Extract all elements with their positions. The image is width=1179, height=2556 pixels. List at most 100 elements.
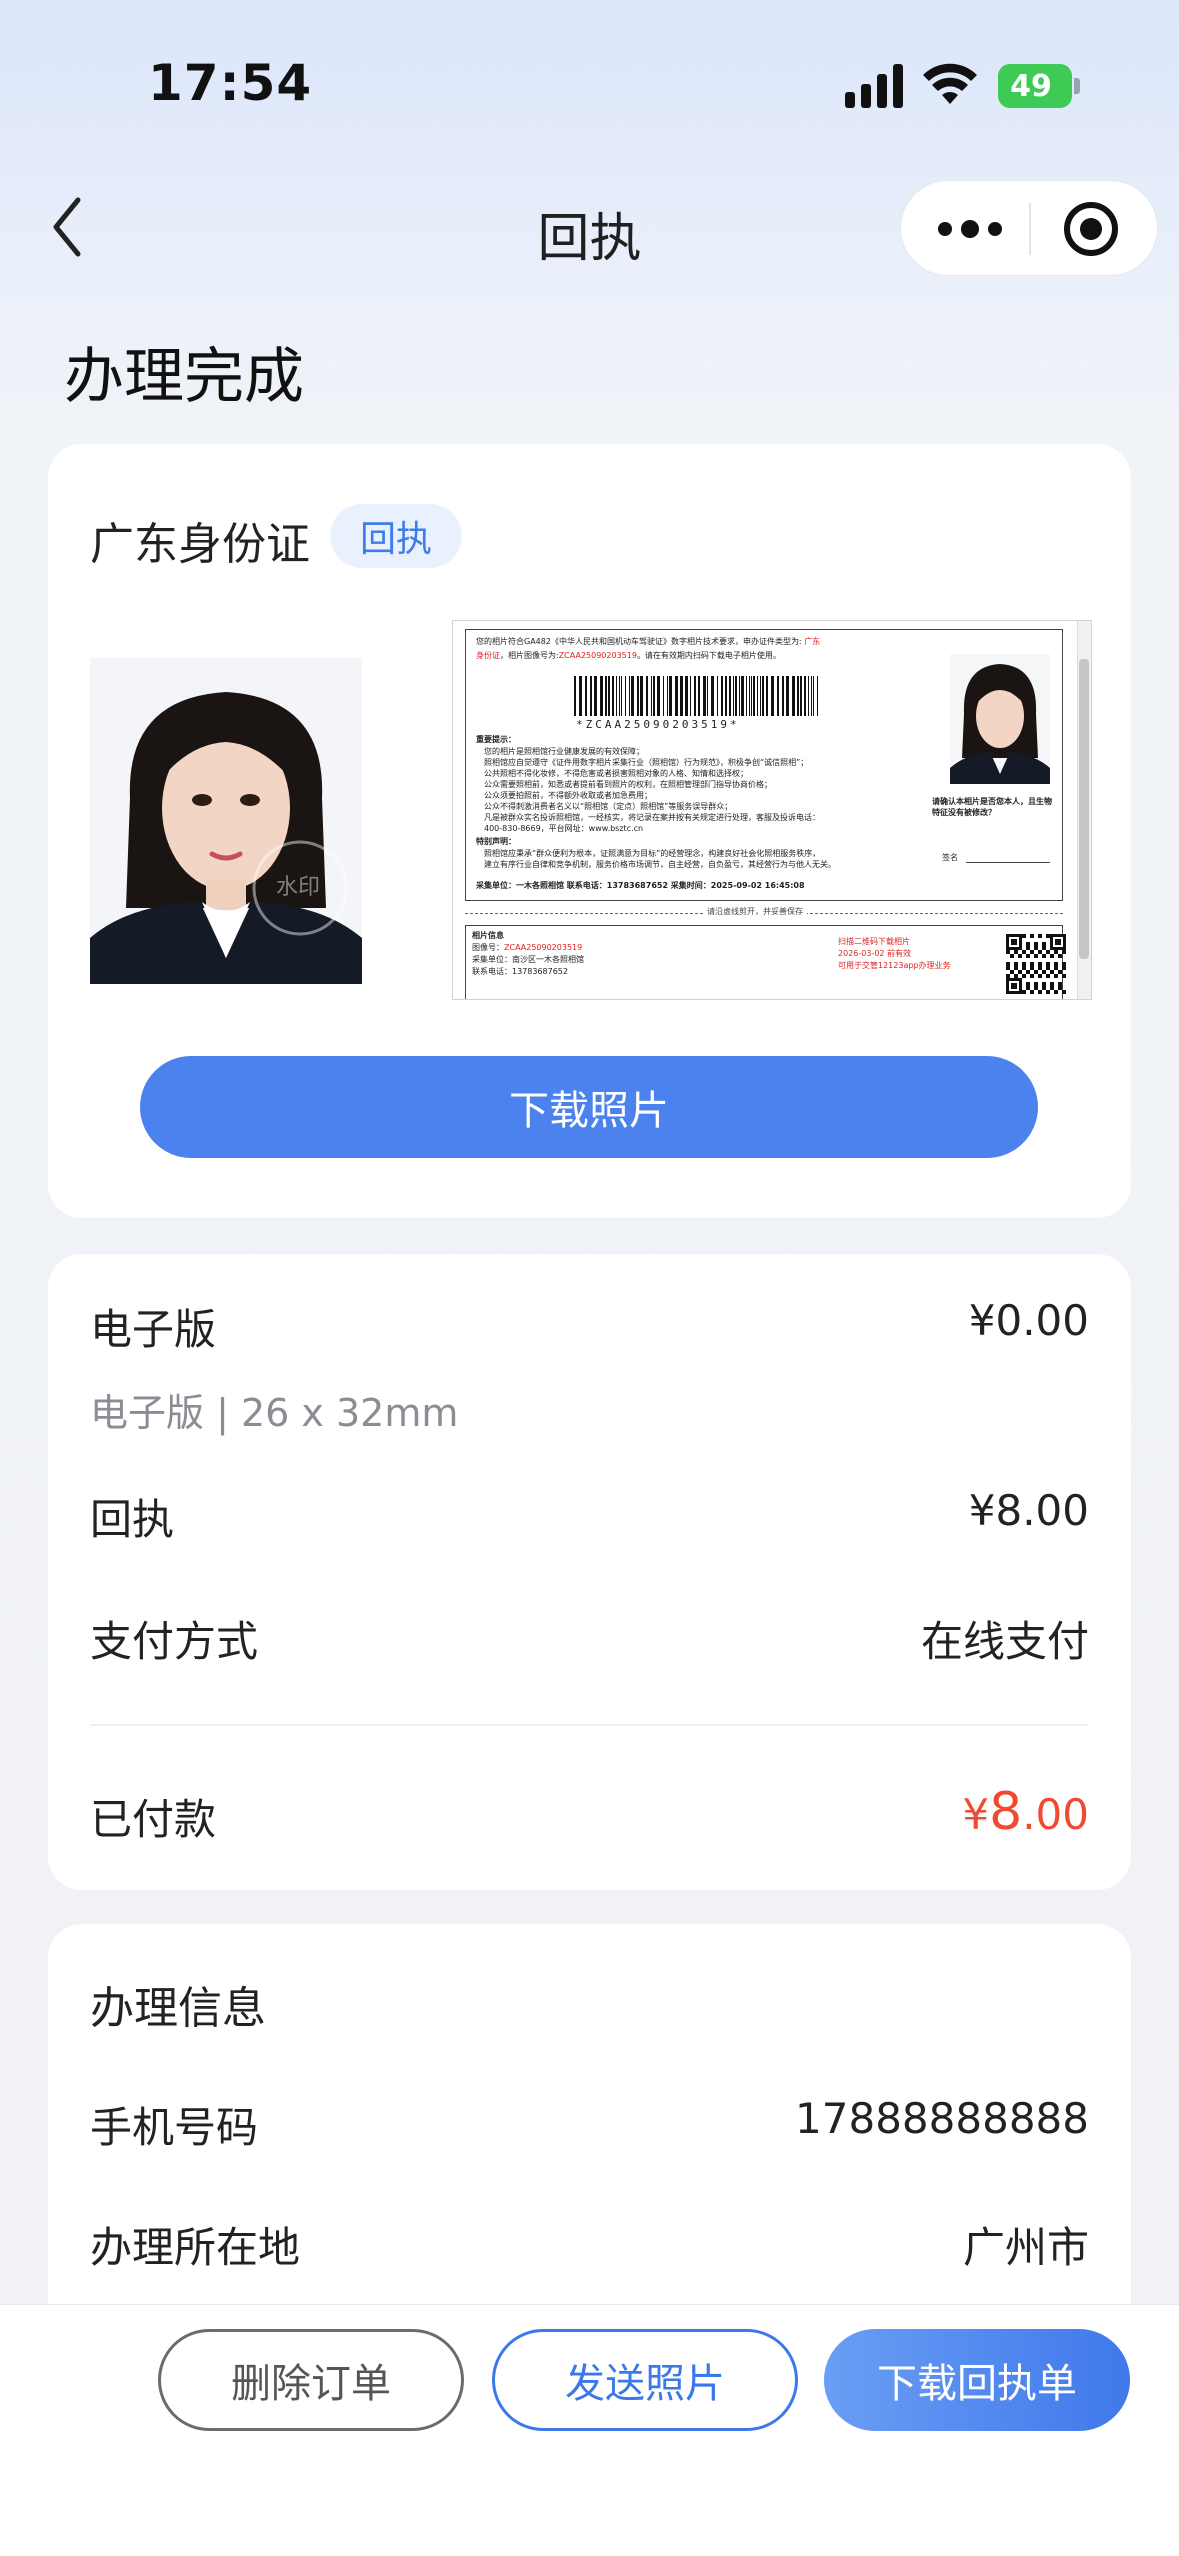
barcode-bar xyxy=(619,676,620,716)
order-divider xyxy=(90,1724,1089,1726)
stub-reuse: 可用于交管12123app办理业务 xyxy=(838,961,951,970)
barcode-bar xyxy=(685,676,688,716)
download-receipt-button[interactable]: 下载回执单 xyxy=(824,2329,1130,2431)
status-time: 17:54 xyxy=(148,54,313,112)
barcode-bar xyxy=(817,676,818,716)
electronic-label: 电子版 xyxy=(90,1305,217,1354)
barcode-bar xyxy=(746,676,747,716)
qr-module xyxy=(1022,974,1026,978)
qr-module xyxy=(1010,954,1014,958)
special-line: 建立有序行业自律和竞争机制，服务价格市场调节，自主经营，自负盈亏，其经营行为与他… xyxy=(484,860,836,869)
barcode-bar xyxy=(651,676,652,716)
barcode-bar xyxy=(757,676,758,716)
download-photo-button[interactable]: 下载照片 xyxy=(140,1056,1038,1158)
receipt-intro-1: 您的相片符合GA482《中华人民共和国机动车驾驶证》数字相片技术要求，申办证件类… xyxy=(476,637,821,646)
barcode-bar xyxy=(808,676,809,716)
barcode-bar xyxy=(717,676,718,716)
signal-icon xyxy=(845,64,903,108)
qr-module xyxy=(1042,970,1046,974)
barcode-bar xyxy=(625,676,626,716)
delete-order-button[interactable]: 删除订单 xyxy=(158,2329,464,2431)
qr-module xyxy=(1050,970,1054,974)
notice-line: 400-830-8669，平台网址：www.bsztc.cn xyxy=(484,824,644,833)
barcode-bar xyxy=(813,676,814,716)
qr-module xyxy=(1062,962,1066,966)
qr-module xyxy=(1034,970,1038,974)
qr-module xyxy=(1011,939,1017,945)
stub-phone: 联系电话：13783687652 xyxy=(472,967,568,976)
location-row: 办理所在地 广州市 xyxy=(90,2214,1089,2274)
barcode-bar xyxy=(667,676,668,716)
barcode-bar xyxy=(739,676,740,716)
qr-module xyxy=(1046,974,1050,978)
barcode-bar xyxy=(669,676,672,716)
qr-module xyxy=(1046,966,1050,970)
receipt-scrollbar[interactable] xyxy=(1077,621,1091,999)
qr-module xyxy=(1026,946,1030,950)
qr-module xyxy=(1058,982,1062,986)
payment-method-row: 支付方式 在线支付 xyxy=(90,1608,1089,1668)
special-title: 特别声明： xyxy=(476,837,516,846)
qr-module xyxy=(1030,934,1034,938)
qr-module xyxy=(1042,982,1046,986)
barcode-bar xyxy=(762,676,764,716)
cut-text: 请沿虚线剪开，并妥善保存 xyxy=(703,906,807,917)
barcode-bar xyxy=(616,676,617,716)
barcode-bar xyxy=(800,676,802,716)
qr-module xyxy=(1034,982,1038,986)
barcode-bar xyxy=(707,676,708,716)
barcode-bar xyxy=(605,676,607,716)
qr-module xyxy=(1026,986,1030,990)
more-dots-icon[interactable] xyxy=(935,209,1005,249)
receipt-preview[interactable]: 您的相片符合GA482《中华人民共和国机动车驾驶证》数字相片技术要求，申办证件类… xyxy=(452,620,1092,1000)
target-circle-icon[interactable] xyxy=(1063,201,1119,257)
qr-module xyxy=(1054,966,1058,970)
qr-module xyxy=(1062,990,1066,994)
qr-module xyxy=(1030,950,1034,954)
qr-module xyxy=(1030,962,1034,966)
barcode-bar xyxy=(792,676,795,716)
barcode-bar xyxy=(600,676,603,716)
qr-module xyxy=(1062,974,1066,978)
qr-module xyxy=(1030,974,1034,978)
barcode-bar xyxy=(637,676,639,716)
document-card: 广东身份证 回执 水印 您的相片符合GA482《中华人民共和国机动车驾驶证》数字… xyxy=(48,444,1131,1218)
barcode-bar xyxy=(631,676,634,716)
paid-label: 已付款 xyxy=(90,1795,217,1844)
barcode xyxy=(574,676,818,716)
status-bar: 17:54 49 xyxy=(0,0,1179,170)
page-heading: 办理完成 xyxy=(64,342,304,412)
barcode-bar xyxy=(721,676,723,716)
send-photo-button[interactable]: 发送照片 xyxy=(492,2329,798,2431)
qr-module xyxy=(1006,974,1010,978)
bottom-action-bar: 删除订单 发送照片 下载回执单 xyxy=(0,2304,1179,2556)
qr-module xyxy=(1038,974,1042,978)
qr-module xyxy=(1046,962,1050,966)
barcode-bar xyxy=(729,676,731,716)
barcode-bar xyxy=(753,676,755,716)
qr-module xyxy=(1022,966,1026,970)
confirm-text: 请确认本相片是否您本人，且生物特征没有被修改？ xyxy=(932,797,1052,817)
barcode-bar xyxy=(657,676,660,716)
qr-module xyxy=(1030,966,1034,970)
barcode-bar xyxy=(675,676,678,716)
qr-module xyxy=(1030,990,1034,994)
qr-module xyxy=(1034,986,1038,990)
paid-row: 已付款 ¥8.00 xyxy=(90,1782,1089,1852)
qr-module xyxy=(1038,934,1042,938)
qr-module xyxy=(1018,970,1022,974)
qr-code-icon xyxy=(1006,934,1066,994)
notice-line: 您的相片是照相馆行业健康发展的有效保障； xyxy=(484,747,644,756)
qr-module xyxy=(1050,982,1054,986)
qr-module xyxy=(1034,942,1038,946)
receipt-main: 您的相片符合GA482《中华人民共和国机动车驾驶证》数字相片技术要求，申办证件类… xyxy=(465,629,1063,901)
barcode-bar xyxy=(640,676,643,716)
receipt-footer-line: 采集单位：一木各照相馆 联系电话：13783687652 采集时间：2025-0… xyxy=(476,881,805,890)
receipt-scroll-thumb[interactable] xyxy=(1079,659,1089,959)
id-photo[interactable]: 水印 xyxy=(90,658,362,984)
receipt-badge: 回执 xyxy=(330,504,462,568)
receipt-intro-2: 身份证，相片图像号为:ZCAA25090203519。请在有效期内扫码下载电子相… xyxy=(476,651,781,660)
barcode-bar xyxy=(703,676,706,716)
qr-module xyxy=(1046,934,1050,938)
receipt-label: 回执 xyxy=(90,1495,175,1544)
